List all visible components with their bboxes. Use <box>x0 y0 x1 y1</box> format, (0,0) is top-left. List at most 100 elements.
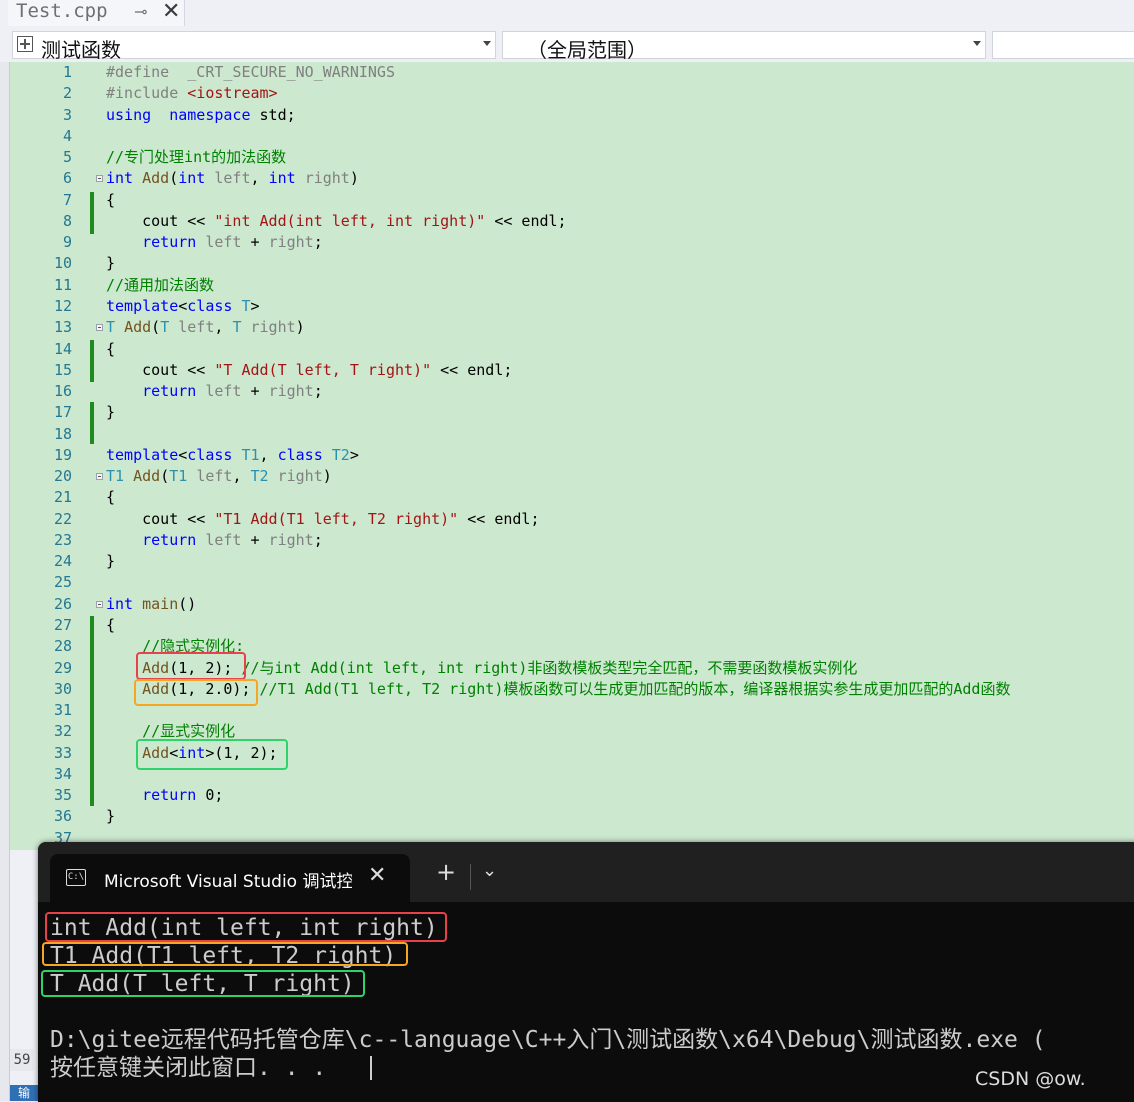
code-line[interactable]: 26 int main() <box>10 594 1134 615</box>
navigation-bar: 测试函数 （全局范围） <box>0 26 1134 62</box>
code-token: + <box>241 233 269 252</box>
code-token: Add <box>124 318 152 337</box>
code-line[interactable]: 11 //通用加法函数 <box>10 275 1134 296</box>
line-number: 15 <box>53 360 72 379</box>
code-line[interactable]: 19 template<class T1, class T2> <box>10 445 1134 466</box>
code-line[interactable]: 36} <box>10 806 1134 827</box>
terminal-window[interactable]: C:\ Microsoft Visual Studio 调试控 ✕ + ⌄ in… <box>38 842 1134 1102</box>
code-line[interactable]: 15 cout << "T Add(T left, T right)" << e… <box>10 360 1134 381</box>
project-scope-dropdown[interactable]: 测试函数 <box>12 31 496 62</box>
code-text: cout << "T Add(T left, T right)" << endl… <box>106 360 512 381</box>
code-token: ; <box>313 382 323 401</box>
code-line[interactable]: 27 { <box>10 615 1134 636</box>
line-number: 5 <box>62 148 72 167</box>
line-number: 31 <box>53 701 72 720</box>
code-token: int <box>178 169 206 188</box>
fold-toggle-icon[interactable] <box>96 324 103 332</box>
code-line[interactable]: 17} <box>10 402 1134 423</box>
code-text: #include <iostream> <box>106 83 278 104</box>
code-token: //与int Add(int left, int right)非函数模板类型完全… <box>241 658 858 677</box>
code-line[interactable]: 22 cout << "T1 Add(T1 left, T2 right)" <… <box>10 509 1134 530</box>
line-number: 23 <box>53 530 72 549</box>
line-number: 7 <box>62 190 72 209</box>
tab-filename: Test.cpp <box>16 0 108 22</box>
close-icon[interactable]: ✕ <box>162 0 180 24</box>
code-line[interactable]: 5 //专门处理int的加法函数 <box>10 147 1134 168</box>
code-line[interactable]: 6 int Add(int left, int right) <box>10 168 1134 189</box>
fold-toggle-icon[interactable] <box>96 175 103 183</box>
code-token: ) <box>349 169 359 188</box>
highlight-box-orange <box>134 679 258 706</box>
code-line[interactable]: 10} <box>10 253 1134 274</box>
code-line[interactable]: 8 cout << "int Add(int left, int right)"… <box>10 211 1134 232</box>
code-line[interactable]: 2 #include <iostream> <box>10 83 1134 104</box>
code-token: } <box>106 807 116 826</box>
code-text: } <box>106 551 115 572</box>
code-line[interactable]: 12 template<class T> <box>10 296 1134 317</box>
code-line[interactable]: 23 return left + right; <box>10 530 1134 551</box>
plus-icon[interactable]: + <box>436 860 456 884</box>
code-line[interactable]: 21 { <box>10 487 1134 508</box>
fold-toggle-icon[interactable] <box>96 473 103 481</box>
code-editor[interactable]: 1 #define _CRT_SECURE_NO_WARNINGS 2 #includ… <box>10 62 1134 850</box>
highlight-box-green <box>136 739 288 770</box>
watermark: CSDN @ow. <box>975 1068 1086 1090</box>
code-token: left <box>205 382 242 401</box>
code-token: ) <box>295 318 305 337</box>
code-token: cout << <box>106 509 215 528</box>
line-number: 36 <box>53 807 72 826</box>
line-number: 29 <box>53 658 72 677</box>
code-token: T2 <box>250 467 269 486</box>
line-number: 33 <box>53 743 72 762</box>
pin-icon[interactable]: ⊸ <box>134 2 147 21</box>
code-text: template<class T1, class T2> <box>106 445 359 466</box>
highlight-box-red <box>136 652 246 680</box>
line-number: 28 <box>53 637 72 656</box>
code-token: T <box>160 318 170 337</box>
code-line[interactable]: 20 T1 Add(T1 left, T2 right) <box>10 466 1134 487</box>
code-line[interactable]: 16 return left + right; <box>10 381 1134 402</box>
code-text: int Add(int left, int right) <box>106 168 359 189</box>
member-scope-dropdown[interactable]: （全局范围） <box>502 31 986 62</box>
function-dropdown[interactable] <box>992 31 1134 59</box>
code-line[interactable]: 7{ <box>10 190 1134 211</box>
line-number: 17 <box>53 403 72 422</box>
code-line[interactable]: 4 <box>10 126 1134 147</box>
code-token: ; <box>313 530 323 549</box>
code-token: std; <box>250 105 296 124</box>
terminal-tab[interactable]: C:\ Microsoft Visual Studio 调试控 ✕ <box>50 854 410 902</box>
code-line[interactable]: 9 return left + right; <box>10 232 1134 253</box>
change-indicator <box>90 402 94 444</box>
code-token: , <box>232 467 251 486</box>
line-number: 14 <box>53 339 72 358</box>
line-number: 32 <box>53 722 72 741</box>
code-line[interactable]: 1 #define _CRT_SECURE_NO_WARNINGS <box>10 62 1134 83</box>
code-line[interactable]: 13 T Add(T left, T right) <box>10 317 1134 338</box>
code-token: ) <box>322 467 332 486</box>
close-icon[interactable]: ✕ <box>368 863 386 888</box>
terminal-output-line: D:\gitee远程代码托管仓库\c--language\C++入门\测试函数\… <box>50 1027 1046 1053</box>
line-number: 6 <box>62 169 72 188</box>
code-line[interactable]: 24} <box>10 551 1134 572</box>
code-line[interactable]: 3 using namespace std; <box>10 105 1134 126</box>
code-token: , <box>259 445 278 464</box>
tab-test-cpp[interactable]: Test.cpp ⊸ ✕ <box>8 0 185 26</box>
code-line[interactable]: 14 { <box>10 339 1134 360</box>
code-text: T1 Add(T1 left, T2 right) <box>106 466 332 487</box>
code-token: cout << <box>106 211 215 230</box>
output-tab[interactable]: 输 <box>10 1085 38 1101</box>
code-text: T Add(T left, T right) <box>106 317 305 338</box>
fold-toggle-icon[interactable] <box>96 600 103 608</box>
chevron-down-icon[interactable]: ⌄ <box>482 860 497 881</box>
chevron-down-icon <box>973 41 981 46</box>
text-cursor <box>370 1056 372 1080</box>
code-line[interactable]: 25 <box>10 572 1134 593</box>
code-text: { <box>106 339 115 360</box>
code-line[interactable]: 18 <box>10 424 1134 445</box>
code-line[interactable]: 35 return 0; <box>10 785 1134 806</box>
